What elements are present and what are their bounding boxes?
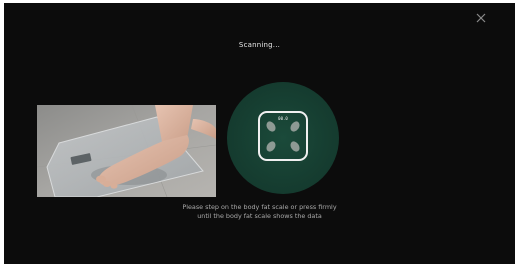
footpad-icon [264,139,278,154]
body-fat-scale-icon: 00.0 [258,111,308,161]
instructions-line-2: until the body fat scale shows the data [197,212,322,220]
scanning-dialog: Scanning... 00.0 Please step on the body… [4,3,515,264]
close-icon [476,13,486,23]
scale-reading: 00.0 [278,116,288,121]
footpad-icon [288,139,302,154]
foot-on-scale-photo [37,105,216,197]
instructions-text: Please step on the body fat scale or pre… [4,203,515,221]
close-button[interactable] [472,9,490,27]
footpad-icon [288,119,302,134]
footpad-icon [264,119,278,134]
instructions-line-1: Please step on the body fat scale or pre… [182,203,337,211]
dialog-title: Scanning... [238,41,281,49]
